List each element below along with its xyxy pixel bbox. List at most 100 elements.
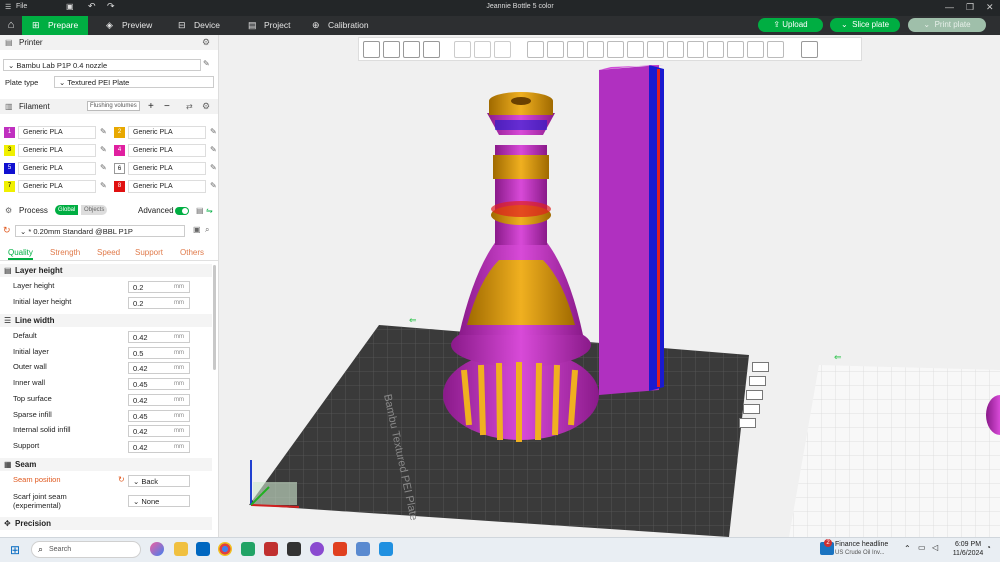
filament-item[interactable]: 6 Generic PLA ✎ <box>114 162 222 175</box>
copy-icon[interactable] <box>454 41 471 58</box>
store-icon[interactable] <box>196 542 210 556</box>
text-icon[interactable] <box>707 41 724 58</box>
filament-edit-icon[interactable]: ✎ <box>100 127 107 136</box>
save-icon[interactable]: ▣ <box>66 2 74 11</box>
start-icon[interactable]: ⊞ <box>10 544 22 556</box>
printer-select[interactable]: ⌄ Bambu Lab P1P 0.4 nozzle <box>3 59 201 71</box>
global-toggle[interactable]: Global <box>55 205 79 215</box>
reset-icon[interactable]: ↻ <box>3 225 11 236</box>
printer-settings-icon[interactable]: ⚙ <box>202 35 210 50</box>
undo-icon[interactable]: ↶ <box>88 1 96 12</box>
close-icon[interactable]: ✕ <box>986 2 994 13</box>
tab-project[interactable]: ▤ Project <box>238 16 304 35</box>
volume-icon[interactable]: ◁ <box>932 543 938 552</box>
upload-button[interactable]: ⇪ Upload <box>758 18 823 32</box>
filament-name[interactable]: Generic PLA <box>128 126 206 139</box>
filament-edit-icon[interactable]: ✎ <box>210 181 217 190</box>
orient-plate-icon[interactable] <box>749 376 766 386</box>
filament-item[interactable]: 5 Generic PLA ✎ <box>4 162 112 175</box>
filament-item[interactable]: 2 Generic PLA ✎ <box>114 126 222 139</box>
chevron-up-icon[interactable]: ⌃ <box>904 544 911 553</box>
color-paint-icon[interactable] <box>727 41 744 58</box>
save-preset-icon[interactable]: ▣ <box>193 225 201 234</box>
variable-layer-icon[interactable] <box>767 41 784 58</box>
menu-icon[interactable]: ☰ <box>5 3 11 11</box>
flushing-volumes-button[interactable]: Flushing volumes <box>87 101 140 111</box>
filament-edit-icon[interactable]: ✎ <box>100 163 107 172</box>
filament-color-swatch[interactable]: 5 <box>4 163 15 174</box>
news-title[interactable]: Finance headline <box>835 541 888 548</box>
measure-icon[interactable] <box>687 41 704 58</box>
restore-icon[interactable]: ❐ <box>966 2 974 13</box>
layers-icon[interactable] <box>494 41 511 58</box>
subtab-strength[interactable]: Strength <box>50 248 80 257</box>
process-extra-icon[interactable]: ⇋ <box>206 203 213 218</box>
advanced-toggle[interactable] <box>175 207 189 215</box>
process-preset-select[interactable]: ⌄ * 0.20mm Standard @BBL P1P <box>15 225 185 237</box>
add-object-icon[interactable] <box>363 41 380 58</box>
remove-filament-icon[interactable]: − <box>164 99 170 114</box>
move-icon[interactable] <box>527 41 544 58</box>
tab-prepare[interactable]: ⊞ Prepare <box>22 16 88 35</box>
chrome-icon[interactable] <box>218 542 232 556</box>
plate-settings-icon[interactable] <box>739 418 756 428</box>
rotate-icon[interactable] <box>547 41 564 58</box>
app-icon-red[interactable] <box>264 542 278 556</box>
lay-on-face-icon[interactable] <box>587 41 604 58</box>
filament-item[interactable]: 7 Generic PLA ✎ <box>4 180 112 193</box>
filament-name[interactable]: Generic PLA <box>128 162 206 175</box>
arrange-plate-icon[interactable] <box>746 390 763 400</box>
support-paint-icon[interactable] <box>647 41 664 58</box>
subtab-speed[interactable]: Speed <box>97 248 120 257</box>
paste-icon[interactable] <box>474 41 491 58</box>
delete-plate-icon[interactable] <box>752 362 769 372</box>
filament-color-swatch[interactable]: 3 <box>4 145 15 156</box>
compare-icon[interactable]: ▤ <box>196 203 204 218</box>
subtab-quality[interactable]: Quality <box>8 248 33 260</box>
app-icon-orange[interactable] <box>333 542 347 556</box>
search-box[interactable]: ⌕ Search <box>31 541 141 558</box>
subtab-support[interactable]: Support <box>135 248 163 257</box>
filament-name[interactable]: Generic PLA <box>128 144 206 157</box>
3d-viewport[interactable]: Bambu Textured PEI Plate ⇐ ⇐ <box>219 35 1000 537</box>
lock-plate-icon[interactable] <box>743 404 760 414</box>
minimize-icon[interactable]: — <box>945 2 954 12</box>
app-icon-purple[interactable] <box>310 542 324 556</box>
seam-reset-icon[interactable]: ↻ <box>118 475 125 484</box>
auto-orient-icon[interactable] <box>403 41 420 58</box>
mesh-boolean-icon[interactable] <box>627 41 644 58</box>
news-subtitle[interactable]: US Crude Oil Inv... <box>835 550 885 556</box>
filament-name[interactable]: Generic PLA <box>18 180 96 193</box>
filament-edit-icon[interactable]: ✎ <box>100 181 107 190</box>
filament-edit-icon[interactable]: ✎ <box>210 163 217 172</box>
filament-item[interactable]: 1 Generic PLA ✎ <box>4 126 112 139</box>
view-icon[interactable] <box>801 41 818 58</box>
file-menu[interactable]: File <box>16 3 27 10</box>
printer-edit-icon[interactable]: ✎ <box>203 59 210 68</box>
filament-name[interactable]: Generic PLA <box>18 162 96 175</box>
filament-edit-icon[interactable]: ✎ <box>100 145 107 154</box>
seam-position-select[interactable]: ⌄ Back <box>128 475 190 487</box>
notifications-icon[interactable]: ◔ <box>986 543 991 552</box>
sheets-icon[interactable] <box>241 542 255 556</box>
scale-icon[interactable] <box>567 41 584 58</box>
filament-name[interactable]: Generic PLA <box>18 144 96 157</box>
assembly-icon[interactable] <box>747 41 764 58</box>
tab-preview[interactable]: ◈ Preview <box>96 16 162 35</box>
calculator-icon[interactable] <box>356 542 370 556</box>
home-icon[interactable]: ⌂ <box>0 16 22 35</box>
copilot-icon[interactable] <box>150 542 164 556</box>
slice-plate-button[interactable]: ⌄ Slice plate <box>830 18 900 32</box>
filament-color-swatch[interactable]: 8 <box>114 181 125 192</box>
add-filament-icon[interactable]: + <box>148 99 154 114</box>
seam-paint-icon[interactable] <box>667 41 684 58</box>
tab-device[interactable]: ⊟ Device <box>168 16 234 35</box>
filament-color-swatch[interactable]: 4 <box>114 145 125 156</box>
arrange-icon[interactable] <box>423 41 440 58</box>
print-plate-button[interactable]: ⌄ Print plate <box>908 18 986 32</box>
filament-item[interactable]: 8 Generic PLA ✎ <box>114 180 222 193</box>
cut-icon[interactable] <box>607 41 624 58</box>
plate-type-select[interactable]: ⌄ Textured PEI Plate <box>54 76 214 88</box>
app-icon-blue[interactable] <box>379 542 393 556</box>
objects-toggle[interactable]: Objects <box>81 205 108 215</box>
